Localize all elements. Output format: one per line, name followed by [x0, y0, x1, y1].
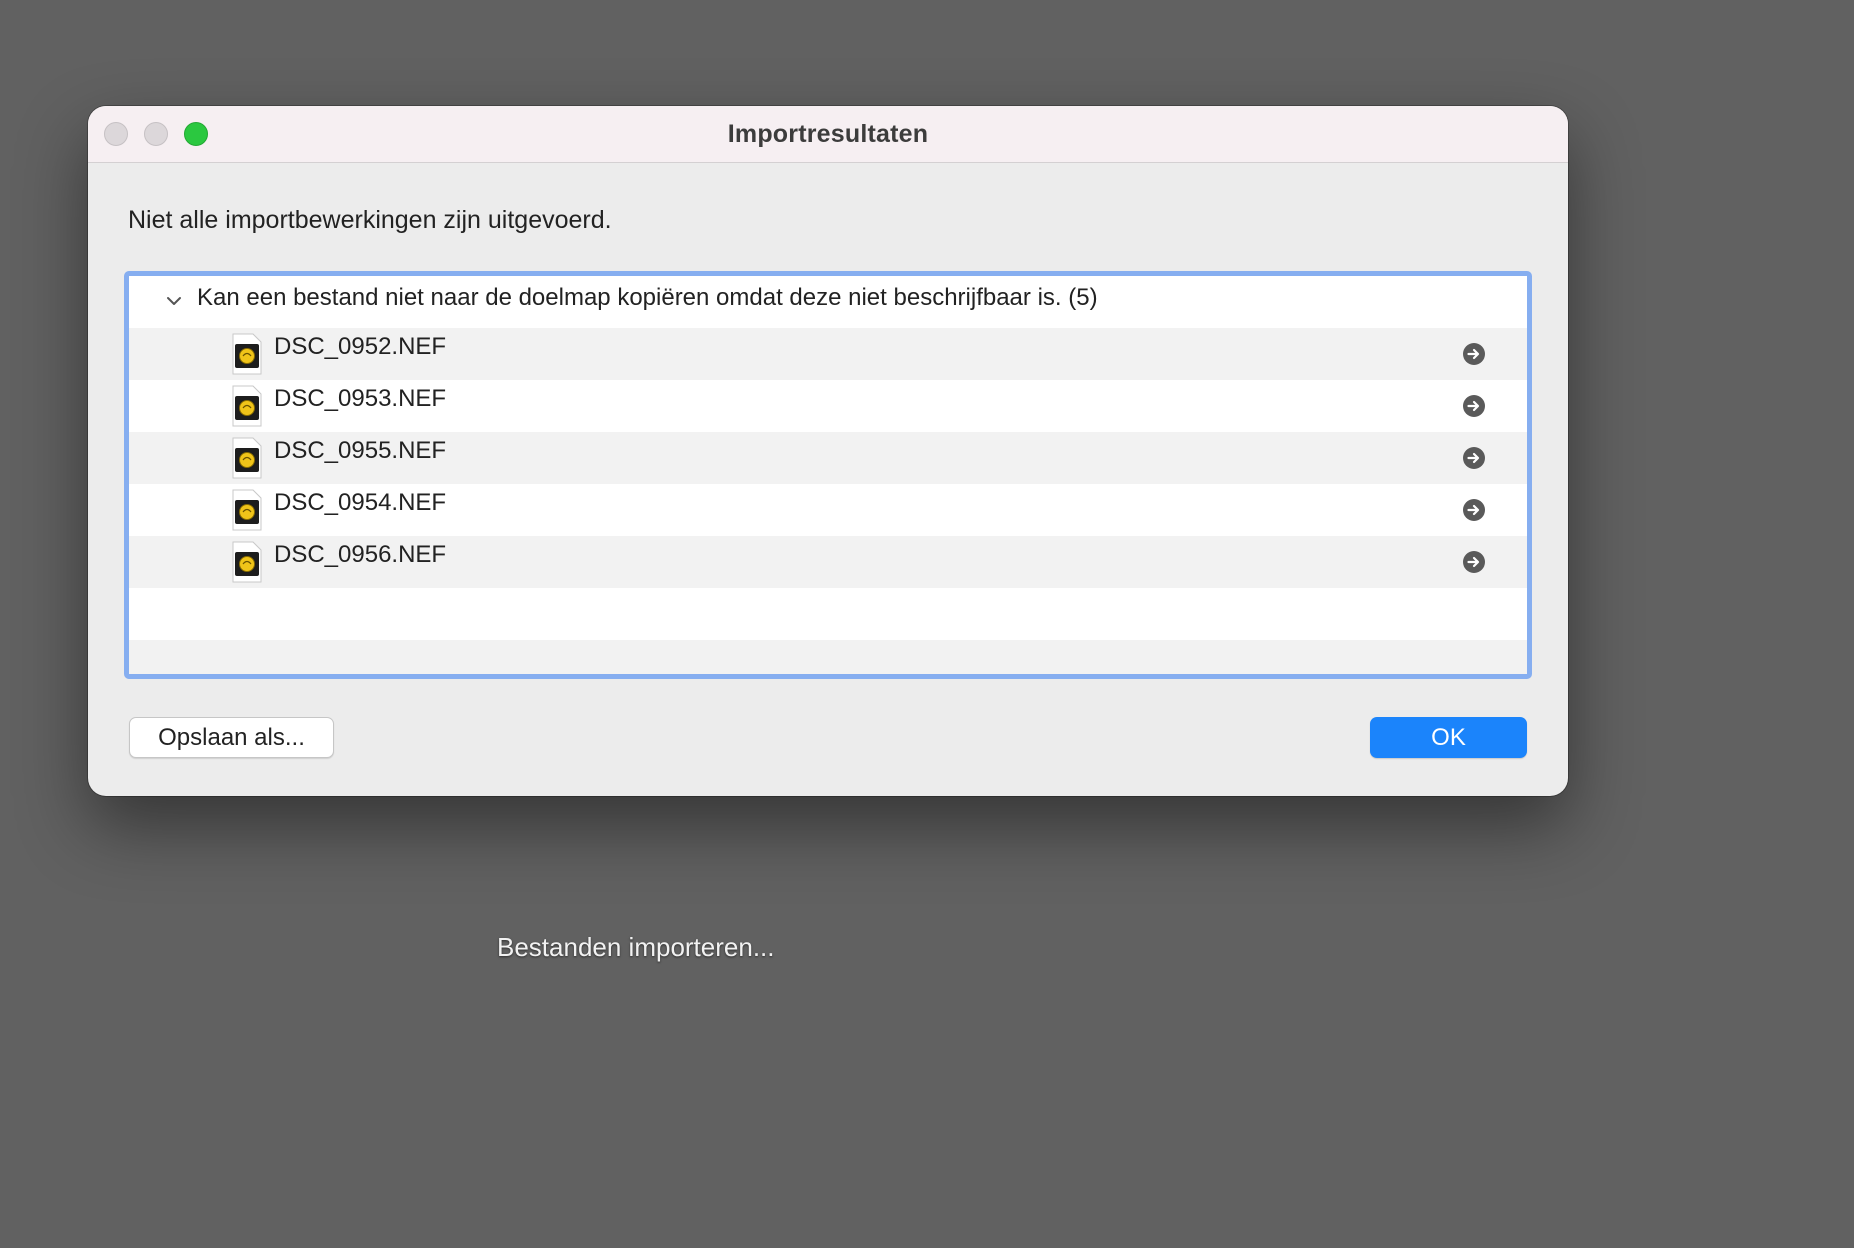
empty-list-row — [129, 640, 1527, 674]
file-row[interactable]: DSC_0953.NEF — [129, 380, 1527, 432]
error-group-row[interactable]: Kan een bestand niet naar de doelmap kop… — [129, 276, 1527, 328]
arrow-right-circle-icon[interactable] — [1462, 550, 1486, 574]
file-row[interactable]: DSC_0954.NEF — [129, 484, 1527, 536]
result-message: Niet alle importbewerkingen zijn uitgevo… — [128, 206, 612, 234]
title-bar[interactable]: Importresultaten — [88, 106, 1568, 163]
ok-button[interactable]: OK — [1370, 717, 1527, 758]
save-as-button[interactable]: Opslaan als... — [129, 717, 334, 758]
file-name: DSC_0952.NEF — [274, 333, 447, 360]
chevron-down-icon[interactable] — [165, 292, 183, 310]
file-row[interactable]: DSC_0956.NEF — [129, 536, 1527, 588]
file-name: DSC_0956.NEF — [274, 541, 447, 568]
file-rows: DSC_0952.NEF DSC_0953.NEF DSC_0955.NEF DSC_… — [129, 328, 1527, 674]
arrow-right-circle-icon[interactable] — [1462, 342, 1486, 366]
raw-file-icon — [232, 541, 262, 583]
raw-file-icon — [232, 385, 262, 427]
raw-file-icon — [232, 437, 262, 479]
file-name: DSC_0955.NEF — [274, 437, 447, 464]
arrow-right-circle-icon[interactable] — [1462, 498, 1486, 522]
empty-list-row — [129, 588, 1527, 640]
raw-file-icon — [232, 489, 262, 531]
raw-file-icon — [232, 333, 262, 375]
file-row[interactable]: DSC_0952.NEF — [129, 328, 1527, 380]
error-group-label: Kan een bestand niet naar de doelmap kop… — [197, 284, 1098, 311]
file-row[interactable]: DSC_0955.NEF — [129, 432, 1527, 484]
results-list[interactable]: Kan een bestand niet naar de doelmap kop… — [124, 271, 1532, 679]
arrow-right-circle-icon[interactable] — [1462, 446, 1486, 470]
file-name: DSC_0954.NEF — [274, 489, 447, 516]
background-status-text: Bestanden importeren... — [497, 932, 775, 962]
file-name: DSC_0953.NEF — [274, 385, 447, 412]
import-results-dialog: Importresultaten Niet alle importbewerki… — [88, 106, 1568, 796]
window-title: Importresultaten — [727, 120, 929, 148]
arrow-right-circle-icon[interactable] — [1462, 394, 1486, 418]
